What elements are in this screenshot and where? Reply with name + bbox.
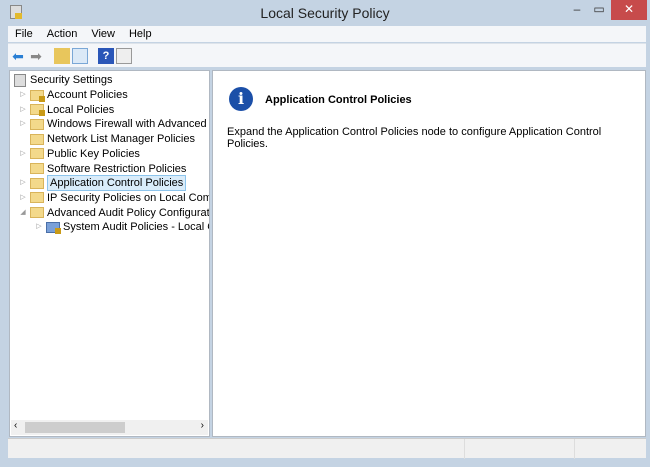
tree-item-label: Windows Firewall with Advanced Secu [47,118,209,131]
menu-view[interactable]: View [84,26,122,42]
tree-item-label: Public Key Policies [47,147,140,160]
tree-item-label: IP Security Policies on Local Compute [47,191,210,204]
expand-icon[interactable]: ◢ [18,206,28,220]
tree-item[interactable]: ▷ IP Security Policies on Local Compute [18,191,210,205]
tree-item[interactable]: ▷ Local Policies [18,103,114,117]
tree-root-label: Security Settings [30,74,113,86]
tree-item-label: Account Policies [47,89,128,101]
horizontal-scrollbar[interactable]: ‹ › [11,420,208,435]
tree-item[interactable]: ▷ Application Control Policies [18,175,187,192]
menu-file[interactable]: File [8,26,40,42]
minimize-button[interactable]: – [567,0,587,20]
scroll-left-icon[interactable]: ‹ [14,420,17,431]
scroll-thumb[interactable] [25,422,125,433]
content-heading: Application Control Policies [265,94,412,106]
security-settings-icon [14,73,26,87]
expand-icon[interactable]: ▷ [18,191,28,205]
folder-icon [30,192,44,204]
tree-item[interactable]: Network List Manager Policies [18,132,195,146]
expand-icon[interactable]: ▷ [18,88,28,102]
tree-item-system-audit[interactable]: ▷ System Audit Policies - Local Grou [34,220,209,234]
audit-policy-icon [46,221,61,234]
status-bar [8,438,646,459]
tree-root[interactable]: Security Settings [14,73,113,87]
expand-icon[interactable]: ▷ [18,176,28,190]
forward-arrow-icon[interactable]: ➡ [28,48,44,64]
folder-icon [30,133,44,145]
show-hide-tree-icon[interactable] [72,48,88,64]
folder-icon [30,104,45,117]
help-icon[interactable]: ? [98,48,114,64]
info-icon: i [229,87,253,111]
tree-item[interactable]: ▷ Windows Firewall with Advanced Secu [18,117,209,131]
content-description: Expand the Application Control Policies … [227,126,602,150]
up-folder-icon[interactable] [54,48,70,64]
expand-icon[interactable]: ▷ [18,117,28,131]
tree-pane: Security Settings ▷ Account Policies ▷ Loca… [9,70,210,437]
tree-item-label: Advanced Audit Policy Configuration [47,206,210,219]
folder-icon [30,118,44,130]
menu-help[interactable]: Help [122,26,159,42]
folder-icon [30,207,44,219]
expand-icon[interactable]: ▷ [34,220,44,234]
expand-icon[interactable]: ▷ [18,147,28,161]
tree-item[interactable]: Software Restriction Policies [18,162,186,176]
show-action-pane-icon[interactable] [116,48,132,64]
tree-item-label: Network List Manager Policies [47,133,195,146]
folder-icon [30,89,45,102]
tree-item[interactable]: ▷ Public Key Policies [18,147,140,161]
close-button[interactable]: ✕ [611,0,647,20]
folder-icon [30,148,44,160]
window-title: Local Security Policy [260,5,390,21]
tree-item-label: System Audit Policies - Local Grou [63,221,209,233]
details-pane: i Application Control Policies Expand th… [212,70,646,437]
expand-icon[interactable]: ▷ [18,103,28,117]
title-bar: Local Security Policy – ▭ ✕ [0,0,650,26]
tree-item-label: Software Restriction Policies [47,162,187,175]
scroll-right-icon[interactable]: › [201,420,204,431]
tree-item[interactable]: ▷ Account Policies [18,88,128,102]
folder-icon [30,177,44,189]
toolbar: ⬅ ➡ ? [8,43,646,67]
folder-icon [30,163,44,174]
maximize-button[interactable]: ▭ [589,0,609,20]
menu-action[interactable]: Action [40,26,85,42]
tree-item[interactable]: ◢ Advanced Audit Policy Configuration [18,206,210,220]
menu-bar: File Action View Help [8,26,646,42]
tree-item-label: Application Control Policies [47,175,187,192]
tree-item-label: Local Policies [47,103,115,116]
back-arrow-icon[interactable]: ⬅ [10,48,26,64]
